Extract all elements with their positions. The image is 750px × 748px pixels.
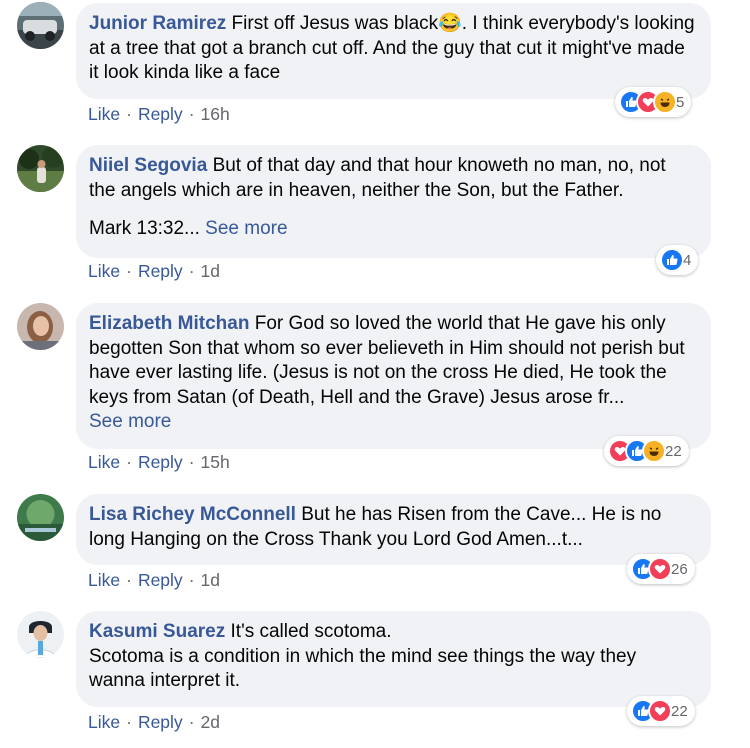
timestamp[interactable]: 15h [201,452,230,472]
see-more-link[interactable]: See more [89,411,171,432]
like-link[interactable]: Like [88,712,120,732]
timestamp[interactable]: 1d [201,261,220,281]
heart-icon [648,699,672,723]
separator: · [126,712,132,732]
reply-link[interactable]: Reply [138,712,183,732]
reaction-summary[interactable]: 4 [656,245,699,275]
comment-text: It's called scotoma. [230,621,392,642]
reaction-summary[interactable]: 22 [627,696,695,726]
separator: · [126,261,132,281]
like-link[interactable]: Like [88,452,120,472]
reaction-count: 22 [665,442,682,460]
reaction-count: 4 [683,251,692,269]
author-name[interactable]: Lisa Richey McConnell [89,504,296,525]
separator: · [188,452,195,472]
separator: · [188,261,195,281]
timestamp[interactable]: 1d [201,570,220,590]
like-link[interactable]: Like [88,570,120,590]
separator: · [126,104,132,124]
see-more-link[interactable]: See more [205,218,287,239]
separator: · [188,712,195,732]
laughing-face-icon [642,439,666,463]
author-name[interactable]: Niiel Segovia [89,155,207,176]
reaction-summary[interactable]: 26 [627,554,695,584]
reaction-summary[interactable]: 5 [615,87,692,117]
like-link[interactable]: Like [88,104,120,124]
author-name[interactable]: Kasumi Suarez [89,621,225,642]
author-name[interactable]: Junior Ramirez [89,13,226,34]
reaction-count: 26 [671,560,688,578]
thumbs-up-icon [660,248,684,272]
comment-bubble: Kasumi Suarez It's called scotoma. Scoto… [76,611,711,707]
like-link[interactable]: Like [88,261,120,281]
comment-bubble: Lisa Richey McConnell But he has Risen f… [76,494,711,565]
avatar[interactable] [17,145,64,192]
comment-bubble: Niiel Segovia But of that day and that h… [76,145,711,258]
separator: · [188,104,195,124]
comment-actions: Like · Reply · 15h [88,452,230,473]
reply-link[interactable]: Reply [138,104,183,124]
avatar[interactable] [17,2,64,49]
reply-link[interactable]: Reply [138,261,183,281]
reaction-count: 5 [676,93,685,111]
avatar[interactable] [17,303,64,350]
heart-icon [648,557,672,581]
timestamp[interactable]: 16h [201,104,230,124]
comment-text-continued: Scotoma is a condition in which the mind… [89,645,637,692]
separator: · [126,452,132,472]
comment-actions: Like · Reply · 16h [88,104,230,125]
comment-actions: Like · Reply · 2d [88,712,220,733]
comment-bubble: Junior Ramirez First off Jesus was black… [76,3,711,99]
avatar[interactable] [17,494,64,541]
separator: · [188,570,195,590]
see-more-row: See more [89,410,697,435]
comment-bubble: Elizabeth Mitchan For God so loved the w… [76,303,711,449]
reaction-summary[interactable]: 22 [604,436,689,466]
timestamp[interactable]: 2d [201,712,220,732]
comment-actions: Like · Reply · 1d [88,261,220,282]
author-name[interactable]: Elizabeth Mitchan [89,313,249,334]
separator: · [126,570,132,590]
reply-link[interactable]: Reply [138,452,183,472]
comment-actions: Like · Reply · 1d [88,570,220,591]
comment-text-part: Mark 13:32... [89,218,200,239]
reaction-count: 22 [671,702,688,720]
laughing-face-icon [653,90,677,114]
reply-link[interactable]: Reply [138,570,183,590]
comment-text-continued: Mark 13:32... See more [89,217,697,242]
avatar[interactable] [17,611,64,658]
